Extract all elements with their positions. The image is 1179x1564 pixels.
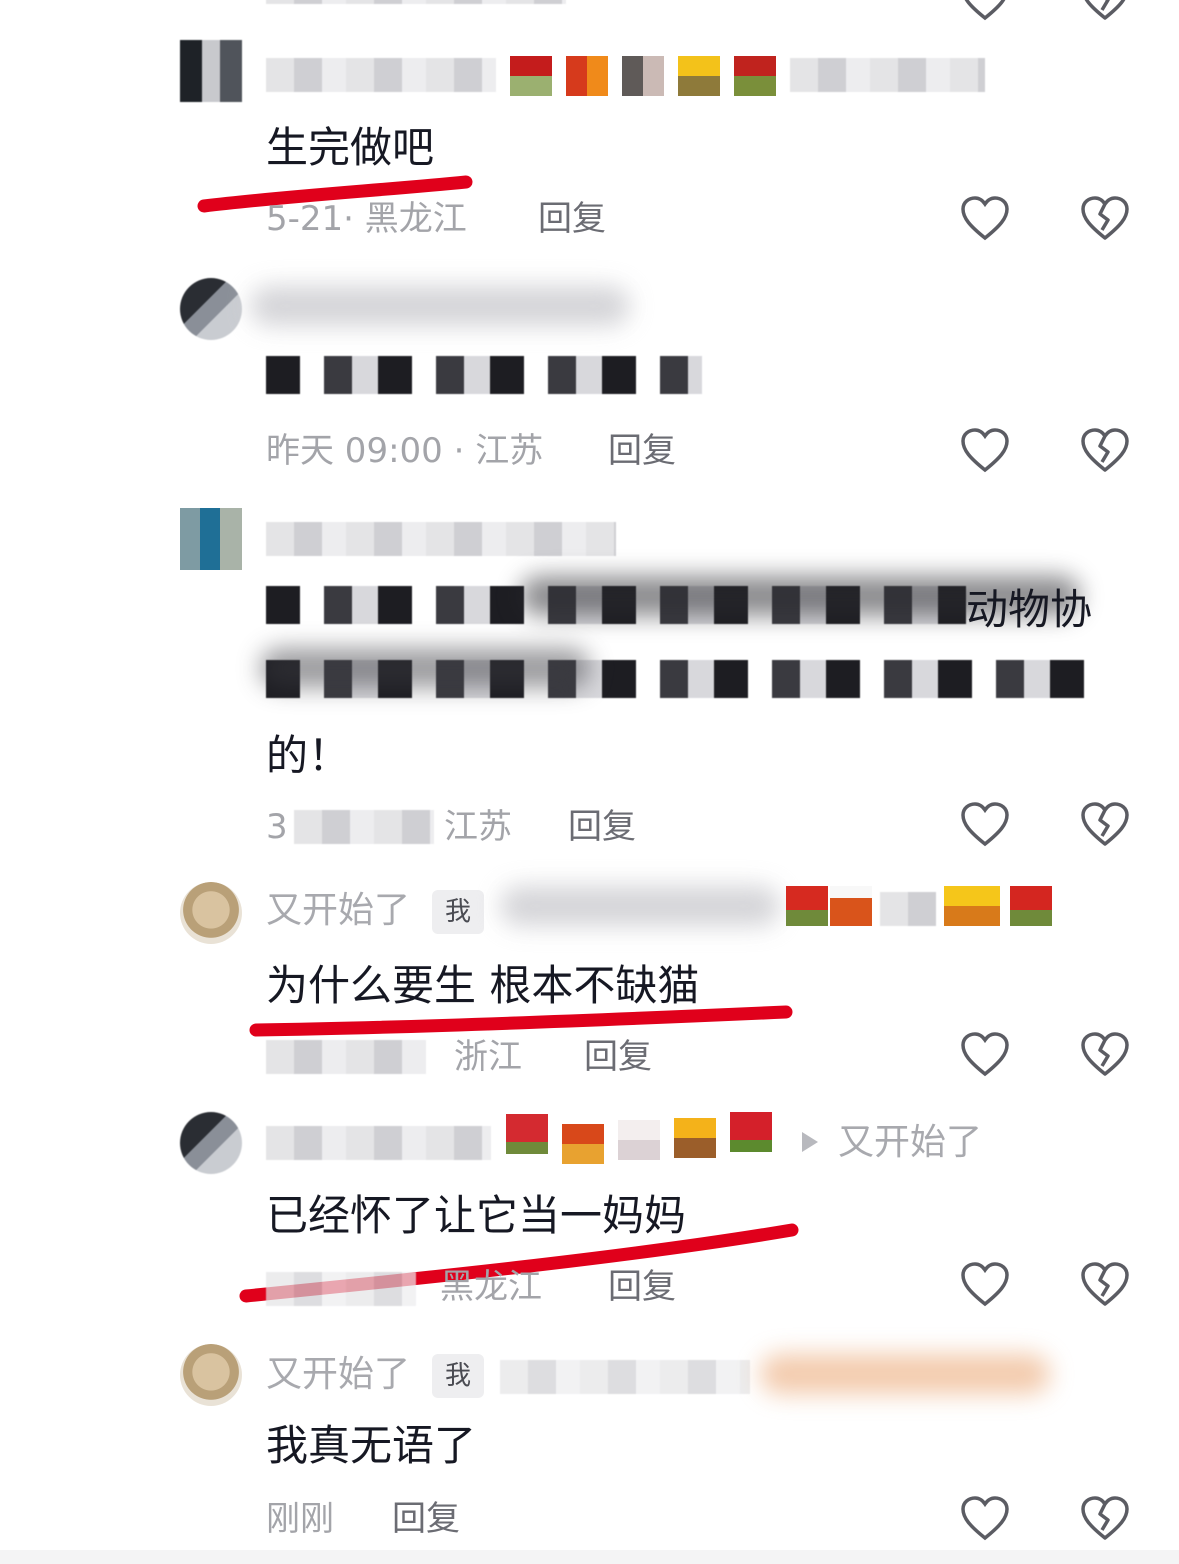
reply-button[interactable]: 回复 — [392, 1494, 460, 1544]
censored-text — [260, 648, 590, 688]
censored-text — [266, 1272, 416, 1306]
bottom-divider — [0, 1550, 1179, 1564]
censored-emoji — [674, 1118, 716, 1158]
comment-time-location: 黑龙江 — [440, 1267, 542, 1307]
dislike-icon[interactable] — [1080, 1262, 1130, 1308]
username[interactable]: 又开始了 — [266, 886, 410, 936]
reply-button[interactable]: 回复 — [608, 1262, 676, 1312]
comment-time-location: 昨天 09:00 · 江苏 — [266, 431, 544, 471]
dislike-icon[interactable] — [1080, 1032, 1130, 1078]
comment-time-location: 浙江 — [454, 1037, 522, 1077]
censored-username — [880, 892, 936, 926]
censored-username — [500, 886, 780, 926]
reply-button[interactable]: 回复 — [584, 1032, 652, 1082]
comment-time-location: 3 — [266, 807, 288, 847]
censored-emoji — [618, 1120, 660, 1160]
reply-button[interactable]: 回复 — [608, 426, 676, 476]
avatar[interactable] — [180, 508, 242, 570]
like-icon[interactable] — [960, 1032, 1010, 1078]
comment-text: 为什么要生 根本不缺猫 — [266, 961, 700, 1010]
censored-username — [266, 58, 496, 92]
avatar[interactable] — [180, 1112, 242, 1174]
comment-text-fragment: 动物协 — [966, 585, 1093, 634]
censored-emoji — [734, 56, 776, 96]
reply-arrow-icon — [802, 1132, 818, 1152]
comment-text: 我真无语了 — [266, 1421, 477, 1470]
avatar[interactable] — [180, 882, 242, 944]
censored-emoji — [730, 1112, 772, 1152]
avatar[interactable] — [180, 40, 242, 102]
like-icon[interactable] — [960, 428, 1010, 474]
censored-emoji — [566, 56, 608, 96]
censored-username — [266, 522, 616, 556]
censored-text — [266, 0, 566, 4]
censored-emoji — [562, 1124, 604, 1164]
censored-emoji — [622, 56, 664, 96]
dislike-icon[interactable] — [1080, 196, 1130, 242]
like-icon[interactable] — [960, 0, 1010, 22]
censored-username — [790, 58, 985, 92]
avatar[interactable] — [180, 278, 242, 340]
censored-text — [294, 810, 434, 844]
comment-text: 生完做吧 — [266, 123, 435, 172]
comment-time-location: 5-21· 黑龙江 — [266, 199, 467, 239]
comment-location: 江苏 — [444, 807, 512, 847]
censored-emoji — [506, 1114, 548, 1154]
censored-emoji — [786, 886, 828, 926]
username[interactable]: 又开始了 — [266, 1350, 410, 1400]
censored-username — [266, 1126, 491, 1160]
censored-username — [250, 286, 630, 326]
reply-to-username[interactable]: 又开始了 — [838, 1118, 982, 1168]
avatar[interactable] — [180, 1344, 242, 1406]
censored-emoji — [830, 886, 872, 926]
comment-text-fragment: 的！ — [266, 731, 351, 780]
dislike-icon[interactable] — [1080, 428, 1130, 474]
like-icon[interactable] — [960, 1262, 1010, 1308]
comment-text: 已经怀了让它当一妈妈 — [266, 1191, 687, 1240]
reply-button[interactable]: 回复 — [568, 802, 636, 852]
dislike-icon[interactable] — [1080, 802, 1130, 848]
dislike-icon[interactable] — [1080, 1496, 1130, 1542]
censored-text — [266, 356, 702, 394]
censored-emoji — [1010, 886, 1052, 926]
like-icon[interactable] — [960, 802, 1010, 848]
author-badge: 我 — [432, 1354, 484, 1398]
reply-button[interactable]: 回复 — [538, 194, 606, 244]
dislike-icon[interactable] — [1080, 0, 1130, 22]
censored-text — [266, 1040, 426, 1074]
censored-emoji — [944, 886, 1000, 926]
like-icon[interactable] — [960, 1496, 1010, 1542]
comment-time-location: 刚刚 — [266, 1499, 334, 1539]
like-icon[interactable] — [960, 196, 1010, 242]
author-badge: 我 — [432, 890, 484, 934]
censored-username — [500, 1360, 750, 1394]
censored-emoji — [760, 1354, 1050, 1394]
censored-emoji — [678, 56, 720, 96]
censored-emoji — [510, 56, 552, 96]
